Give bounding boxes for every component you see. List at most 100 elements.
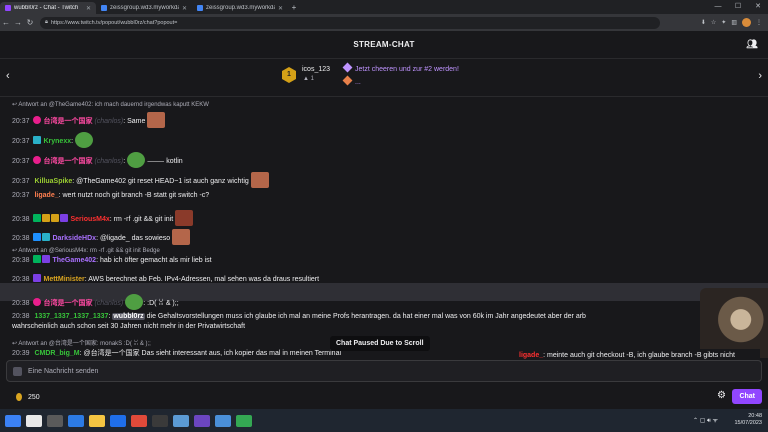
lock-icon: 🔒︎ — [45, 19, 48, 25]
sub-badge[interactable] — [32, 298, 41, 306]
emote-frog-icon[interactable] — [127, 152, 146, 168]
chrome-icon[interactable] — [236, 414, 252, 427]
chat-paused-banner[interactable]: Chat Paused Due to Scroll — [330, 336, 430, 351]
edge-icon[interactable] — [110, 414, 126, 427]
message-input[interactable]: Eine Nachricht senden — [6, 360, 762, 382]
badge-icon[interactable] — [32, 214, 41, 222]
app-icon[interactable] — [131, 414, 147, 427]
badge-icon[interactable] — [32, 233, 41, 241]
chat-message[interactable]: 20:38 DarksideHDx: @ligade_ das sowieso — [12, 229, 760, 245]
browser-tab-workday-2[interactable]: zeissgroup.wd3.myworkdayjobs.c ✕ — [192, 2, 288, 14]
leader-score: ▲ 1 — [303, 76, 314, 82]
clock-date: 15/07/2023 — [734, 420, 762, 426]
emote-face-icon[interactable] — [147, 112, 166, 128]
maximize-icon[interactable]: ☐ — [728, 0, 748, 14]
badge-icon[interactable] — [59, 214, 68, 222]
task-view-icon[interactable] — [47, 414, 63, 427]
chat-message[interactable]: 20:38 TheGame402: hab ich öfter gemacht … — [12, 255, 760, 266]
close-tab-icon[interactable]: ✕ — [278, 5, 283, 12]
leader-name[interactable]: icos_123 — [302, 66, 330, 73]
emote-picker-icon[interactable] — [13, 366, 22, 376]
chat-message[interactable]: 20:38 SeriousM4x: rm -rf .git && git ini… — [12, 210, 760, 226]
start-icon[interactable] — [5, 414, 21, 427]
menu-dots-icon[interactable]: ⋮ — [756, 19, 762, 26]
close-window-icon[interactable]: ✕ — [748, 0, 768, 14]
bits-gem-icon — [342, 75, 353, 86]
close-tab-icon[interactable]: ✕ — [182, 5, 187, 12]
chat-message-continued: wahrscheinlich auch schon seit 30 Jahren… — [12, 323, 246, 330]
gear-icon[interactable]: ⚙ — [717, 390, 726, 401]
system-tray[interactable]: ⌃ ▢ 🔊︎ ᯤ — [693, 416, 718, 425]
cheer-cta[interactable]: Jetzt cheeren und zur #2 werden! — [342, 62, 459, 73]
cheer-cta-more[interactable]: ... — [342, 75, 361, 86]
badge-icon[interactable] — [50, 214, 59, 222]
chat-message[interactable]: 20:37 台湾是一个国家 (chanlos): Same — [12, 112, 760, 128]
emote-face-icon[interactable] — [250, 172, 269, 188]
window-controls: — ☐ ✕ — [708, 0, 768, 14]
chevron-right-icon[interactable]: › — [758, 70, 762, 82]
extensions-area: ⬇ ☆ ✦ ▥ ⋮ — [701, 14, 762, 31]
clock[interactable]: 20:48 15/07/2023 — [734, 413, 762, 427]
badge-icon[interactable] — [32, 255, 41, 263]
browser-tab-workday-1[interactable]: zeissgroup.wd3.myworkdayjobs.c ✕ — [96, 2, 192, 14]
workday-favicon-icon — [101, 5, 107, 11]
close-tab-icon[interactable]: ✕ — [86, 5, 91, 12]
chat-message[interactable]: 20:38 1337_1337_1337_1337: wubbl0rz die … — [12, 312, 760, 322]
twitch-chat-page: STREAM-CHAT 👥︎ ‹ 1 icos_123 ▲ 1 Jetzt ch… — [0, 31, 768, 409]
sub-badge[interactable] — [32, 136, 41, 144]
chat-message[interactable]: 20:38 台湾是一个国家 (chanlos): :D( ꈍ & );; — [12, 294, 760, 310]
tab-title: zeissgroup.wd3.myworkdayjobs.c — [206, 5, 275, 11]
reply-context[interactable]: ↩ Antwort an @TheGame402: ich mach dauer… — [12, 100, 209, 110]
page-title: STREAM-CHAT — [353, 40, 415, 49]
cat-overlay-image — [700, 288, 768, 358]
app-icon[interactable] — [215, 414, 231, 427]
channel-points[interactable]: 250 — [16, 393, 40, 401]
badge-icon[interactable] — [41, 214, 50, 222]
forward-icon[interactable]: → — [12, 18, 24, 27]
twitch-favicon-icon — [5, 5, 11, 11]
users-icon[interactable]: 👥︎ — [746, 39, 758, 50]
app-icon[interactable] — [194, 414, 210, 427]
chat-log[interactable]: ↩ Antwort an @TheGame402: ich mach dauer… — [0, 98, 768, 360]
badge-icon[interactable] — [41, 255, 50, 263]
badge-icon[interactable] — [41, 233, 50, 241]
sub-badge[interactable] — [32, 116, 41, 124]
back-icon[interactable]: ← — [0, 18, 12, 27]
reply-context[interactable]: ↩ Antwort an @台湾是一个国家: monakS :D( ꈍ & );… — [12, 339, 151, 349]
new-tab-button[interactable]: + — [288, 3, 300, 12]
chat-message[interactable]: 20:37 KilluaSpike: @TheGame402 git reset… — [12, 172, 760, 188]
mention[interactable]: wubbl0rz — [112, 313, 145, 320]
emote-icon[interactable] — [175, 210, 194, 226]
chat-message[interactable]: 20:37 Krynexx: — [12, 132, 760, 148]
star-icon[interactable]: ☆ — [711, 19, 716, 26]
download-icon[interactable]: ⬇ — [701, 19, 706, 26]
chevron-left-icon[interactable]: ‹ — [6, 70, 10, 82]
chat-send-button[interactable]: Chat — [732, 389, 762, 404]
puzzle-icon[interactable]: ✦ — [721, 19, 726, 26]
tab-title: wubbl0rz - Chat - Twitch — [14, 5, 79, 11]
chat-footer: 250 ⚙ Chat — [0, 385, 768, 409]
chat-message[interactable]: 20:38 MettMinister: AWS berechnet ab Feb… — [12, 274, 760, 285]
mail-icon[interactable] — [68, 414, 84, 427]
badge-icon[interactable] — [32, 274, 41, 282]
bits-gem-icon — [342, 62, 353, 73]
profile-avatar[interactable] — [742, 18, 751, 27]
url-field[interactable]: 🔒︎ https://www.twitch.tv/popout/wubbl0rz… — [40, 16, 660, 29]
emote-frog-icon[interactable] — [125, 294, 144, 310]
app-icon[interactable] — [173, 414, 189, 427]
search-icon[interactable] — [26, 414, 42, 427]
chat-message[interactable]: 20:37 ligade_: wert nutzt noch git branc… — [12, 191, 760, 201]
emote-face-icon[interactable] — [172, 229, 191, 245]
sidebar-icon[interactable]: ▥ — [731, 19, 737, 26]
reload-icon[interactable]: ↻ — [24, 18, 36, 27]
sub-badge[interactable] — [32, 156, 41, 164]
minimize-icon[interactable]: — — [708, 0, 728, 14]
folder-icon[interactable] — [89, 414, 105, 427]
chat-message[interactable]: 20:37 台湾是一个国家 (chanlos): ⸻ kotlin — [12, 152, 760, 168]
app-icon[interactable] — [152, 414, 168, 427]
browser-tab-bar: wubbl0rz - Chat - Twitch ✕ zeissgroup.wd… — [0, 0, 768, 14]
emote-frog-icon[interactable] — [75, 132, 94, 148]
clock-time: 20:48 — [748, 413, 762, 419]
browser-tab-twitch[interactable]: wubbl0rz - Chat - Twitch ✕ — [0, 2, 96, 14]
url-text: https://www.twitch.tv/popout/wubbl0rz/ch… — [50, 19, 178, 26]
